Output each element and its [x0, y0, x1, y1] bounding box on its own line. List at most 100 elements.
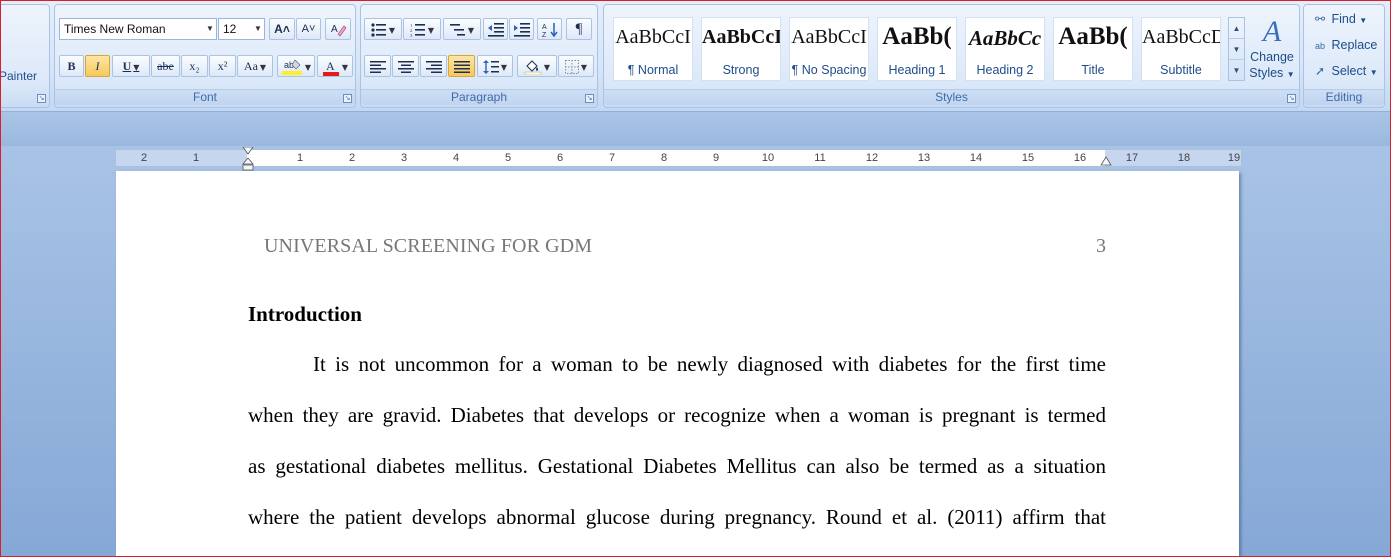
- chevron-down-icon: ▼: [1369, 68, 1378, 77]
- style-name: Subtitle: [1160, 63, 1202, 77]
- shrink-font-button[interactable]: A˅: [296, 18, 321, 40]
- style-heading1-tile[interactable]: AaBb( Heading 1: [877, 17, 957, 81]
- paragraph-group: ▼ 1 2 3 ▼ ▼ A Z ¶ ▼ ▼ ▼ Paragraph ↘: [360, 4, 598, 108]
- ruler-tick-label: 18: [1177, 152, 1191, 164]
- styles-group-label: Styles: [604, 89, 1299, 105]
- ruler-tick-label: 1: [296, 152, 304, 164]
- format-painter-button[interactable]: Painter: [0, 69, 37, 83]
- italic-button[interactable]: I: [85, 55, 110, 77]
- running-head: UNIVERSAL SCREENING FOR GDM: [264, 235, 593, 257]
- svg-text:A: A: [331, 24, 338, 35]
- align-center-icon: [397, 61, 414, 74]
- chevron-down-icon: ▼: [133, 63, 140, 72]
- more-styles-icon[interactable]: ▼: [1229, 60, 1244, 81]
- underline-button[interactable]: U ▼: [112, 55, 150, 77]
- border-icon: [564, 60, 579, 75]
- clipboard-dialog-launcher[interactable]: ↘: [37, 94, 46, 103]
- font-group-label: Font: [55, 89, 355, 105]
- editing-group-label: Editing: [1304, 89, 1384, 105]
- document-page[interactable]: UNIVERSAL SCREENING FOR GDM 3 Introducti…: [116, 171, 1239, 557]
- binoculars-icon: ⚯: [1314, 12, 1326, 26]
- ruler-tick-label: 4: [452, 152, 460, 164]
- bold-icon: B: [67, 59, 76, 73]
- style-heading2-tile[interactable]: AaBbCc Heading 2: [965, 17, 1045, 81]
- font-color-button[interactable]: A ▼: [317, 55, 353, 77]
- font-name-value: Times New Roman: [64, 22, 166, 36]
- sort-button[interactable]: A Z: [537, 18, 562, 40]
- increase-indent-icon: [513, 23, 530, 37]
- style-title-tile[interactable]: AaBb( Title: [1053, 17, 1133, 81]
- change-styles-icon: A: [1262, 15, 1282, 48]
- font-size-combo[interactable]: 12 ▼: [218, 18, 265, 40]
- style-sample: AaBb(: [1058, 23, 1128, 50]
- replace-icon: ab: [1314, 41, 1325, 51]
- highlight-color-button[interactable]: ab ▼: [277, 55, 315, 77]
- find-button[interactable]: ⚯ Find ▼: [1312, 9, 1367, 29]
- multilevel-list-icon: [449, 24, 465, 36]
- shrink-font-icon: A˅: [301, 23, 316, 35]
- style-subtitle-tile[interactable]: AaBbCcD Subtitle: [1141, 17, 1221, 81]
- font-name-combo[interactable]: Times New Roman ▼: [59, 18, 217, 40]
- body-text-line: It is not uncommon for a woman to be new…: [313, 352, 1106, 376]
- right-indent-marker-icon[interactable]: [1100, 156, 1112, 166]
- style-strong-tile[interactable]: AaBbCcI Strong: [701, 17, 781, 81]
- style-normal-tile[interactable]: AaBbCcI ¶ Normal: [613, 17, 693, 81]
- chevron-down-icon: ▼: [427, 26, 435, 35]
- scroll-up-icon[interactable]: ▲: [1229, 18, 1244, 39]
- align-left-button[interactable]: [364, 55, 391, 77]
- superscript-icon: x²: [217, 59, 228, 73]
- style-sample: AaBbCcI: [615, 26, 691, 48]
- style-name: Strong: [722, 63, 760, 77]
- multilevel-list-button[interactable]: ▼: [443, 18, 481, 40]
- indent-markers-icon[interactable]: [242, 147, 254, 171]
- align-right-button[interactable]: [420, 55, 447, 77]
- chevron-down-icon: ▼: [1359, 16, 1368, 25]
- justify-button[interactable]: [448, 55, 475, 77]
- subscript-button[interactable]: x₂: [181, 55, 208, 77]
- chevron-down-icon: ▼: [304, 63, 312, 72]
- clear-formatting-button[interactable]: A: [325, 18, 351, 40]
- styles-gallery-scroll[interactable]: ▲ ▼ ▼: [1228, 17, 1245, 81]
- bullets-button[interactable]: ▼: [364, 18, 402, 40]
- bold-button[interactable]: B: [59, 55, 84, 77]
- strikethrough-button[interactable]: abe: [151, 55, 180, 77]
- style-sample: AaBb(: [882, 23, 952, 50]
- increase-indent-button[interactable]: [509, 18, 534, 40]
- style-no-spacing-tile[interactable]: AaBbCcI ¶ No Spacing: [789, 17, 869, 81]
- borders-button[interactable]: ▼: [558, 55, 594, 77]
- editing-group: ⚯ Find ▼ ab Replace ➚ Select ▼ Editing: [1303, 4, 1385, 108]
- italic-icon: I: [95, 59, 100, 73]
- change-case-icon: Aa: [243, 59, 258, 73]
- numbering-button[interactable]: 1 2 3 ▼: [403, 18, 441, 40]
- ribbon: Painter ↘ Times New Roman ▼ 12 ▼ A˄ A˅ A…: [0, 0, 1391, 112]
- page-number: 3: [1096, 235, 1106, 257]
- line-spacing-button[interactable]: ▼: [477, 55, 513, 77]
- ruler-tick-label: 1: [192, 152, 200, 164]
- ruler-left-margin: [116, 150, 247, 166]
- highlighter-icon: ab: [281, 59, 302, 76]
- superscript-button[interactable]: x²: [209, 55, 236, 77]
- replace-label: Replace: [1331, 38, 1378, 52]
- paragraph-dialog-launcher[interactable]: ↘: [585, 94, 594, 103]
- scroll-down-icon[interactable]: ▼: [1229, 39, 1244, 60]
- font-group: Times New Roman ▼ 12 ▼ A˄ A˅ A B I U ▼ ab…: [54, 4, 356, 108]
- chevron-down-icon: ▼: [254, 24, 262, 33]
- replace-button[interactable]: ab Replace: [1312, 35, 1377, 55]
- change-styles-button[interactable]: A Change Styles ▼: [1247, 15, 1297, 91]
- styles-dialog-launcher[interactable]: ↘: [1287, 94, 1296, 103]
- font-size-value: 12: [223, 22, 237, 36]
- decrease-indent-button[interactable]: [483, 18, 508, 40]
- numbered-list-icon: 1 2 3: [410, 23, 425, 38]
- horizontal-ruler[interactable]: 2 1 1 2 3 4 5 6 7 8 9 10 11 12 13 14 15 …: [115, 147, 1242, 171]
- font-dialog-launcher[interactable]: ↘: [343, 94, 352, 103]
- style-sample: AaBbCcI: [702, 26, 780, 48]
- chevron-down-icon: ▼: [1286, 70, 1295, 79]
- select-button[interactable]: ➚ Select ▼: [1312, 61, 1378, 81]
- ruler-tick-label: 16: [1073, 152, 1087, 164]
- shading-button[interactable]: ▼: [517, 55, 557, 77]
- show-formatting-marks-button[interactable]: ¶: [566, 18, 592, 40]
- grow-font-button[interactable]: A˄: [269, 18, 295, 40]
- change-case-button[interactable]: Aa ▼: [237, 55, 273, 77]
- subscript-icon: x₂: [189, 59, 200, 73]
- align-center-button[interactable]: [392, 55, 419, 77]
